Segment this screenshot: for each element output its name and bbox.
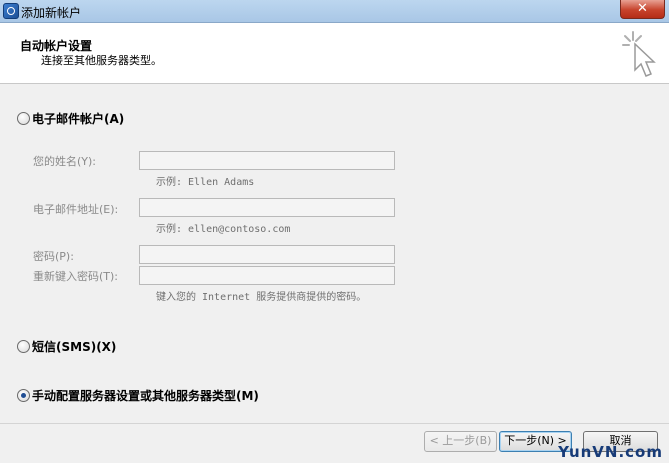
email-hint: 示例: ellen@contoso.com [156,224,291,235]
back-button[interactable]: < 上一步(B) [424,431,497,452]
email-input[interactable] [139,198,395,217]
cursor-sparkle-icon [622,31,656,77]
option-email-account-label[interactable]: 电子邮件帐户(A) [32,110,124,127]
watermark-text: YunVN.com [558,443,663,461]
close-button[interactable]: ✕ [620,0,665,19]
radio-manual-config[interactable] [17,389,30,402]
name-label: 您的姓名(Y): [33,155,97,168]
radio-email-account[interactable] [17,112,30,125]
password-hint: 键入您的 Internet 服务提供商提供的密码。 [156,292,367,303]
page-subtitle: 连接至其他服务器类型。 [41,54,162,67]
password-confirm-label: 重新键入密码(T): [33,270,119,283]
email-label: 电子邮件地址(E): [33,203,119,216]
name-input[interactable] [139,151,395,170]
option-sms-label[interactable]: 短信(SMS)(X) [32,338,116,355]
title-bar[interactable]: 添加新帐户 ✕ [0,0,669,23]
name-hint: 示例: Ellen Adams [156,177,255,188]
radio-sms[interactable] [17,340,30,353]
password-input[interactable] [139,245,395,264]
footer-divider [0,423,669,424]
header-band: 自动帐户设置 连接至其他服务器类型。 [0,23,669,84]
password-confirm-input[interactable] [139,266,395,285]
password-label: 密码(P): [33,250,74,263]
option-manual-config-label[interactable]: 手动配置服务器设置或其他服务器类型(M) [32,387,259,404]
account-icon [3,3,19,19]
window-title: 添加新帐户 [21,6,82,20]
